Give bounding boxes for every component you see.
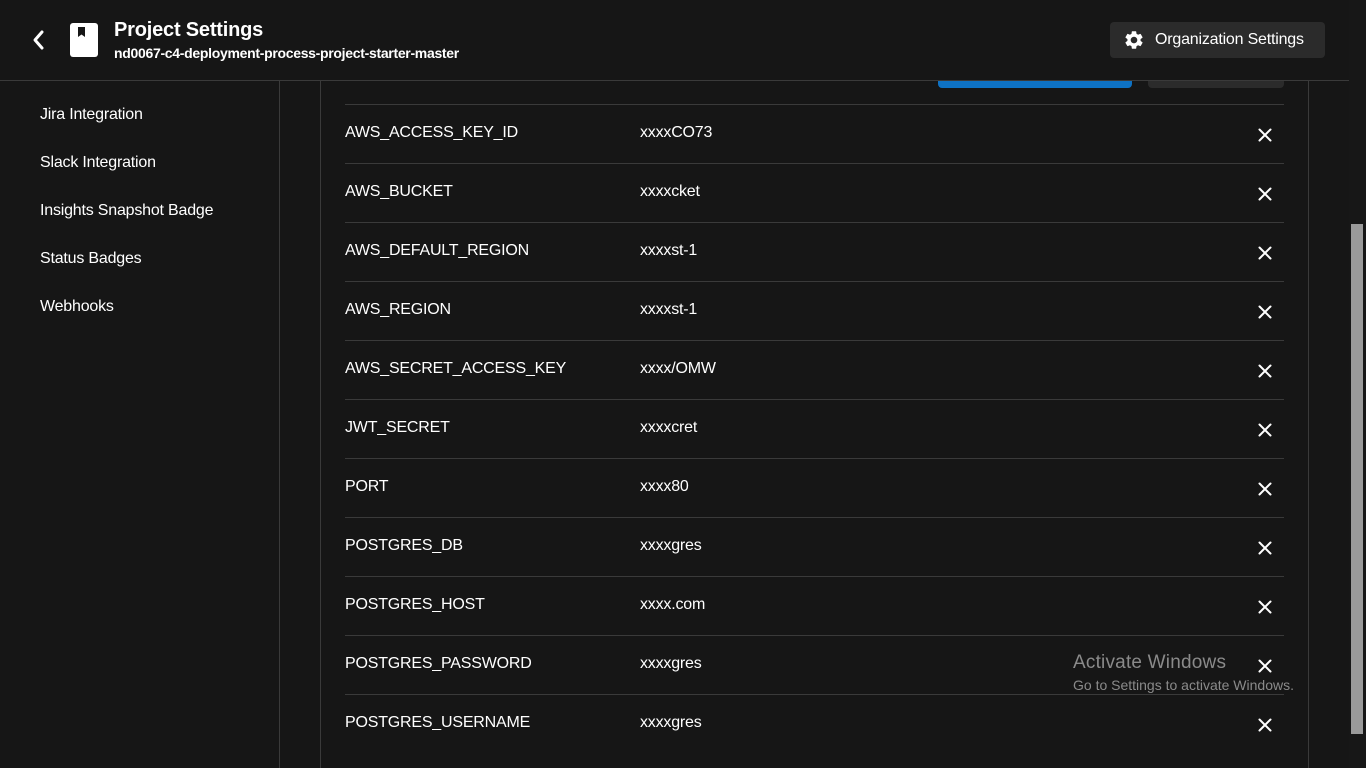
env-var-value: xxxxcret	[640, 419, 698, 436]
env-var-value: xxxxcket	[640, 183, 700, 200]
add-environment-variable-button[interactable]	[938, 81, 1132, 88]
sidebar-item-webhooks[interactable]: Webhooks	[40, 298, 114, 316]
delete-env-var-button[interactable]	[1255, 597, 1275, 617]
env-var-name: AWS_SECRET_ACCESS_KEY	[345, 360, 567, 377]
app-header: Project Settings nd0067-c4-deployment-pr…	[0, 0, 1349, 81]
back-button[interactable]	[24, 26, 52, 54]
project-name: nd0067-c4-deployment-process-project-sta…	[114, 45, 459, 61]
env-var-name: POSTGRES_PASSWORD	[345, 655, 532, 672]
close-icon	[1258, 305, 1272, 319]
env-var-name: AWS_REGION	[345, 301, 451, 318]
env-var-value: xxxxst-1	[640, 242, 698, 259]
env-var-name: AWS_DEFAULT_REGION	[345, 242, 529, 259]
delete-env-var-button[interactable]	[1255, 479, 1275, 499]
scrollbar-thumb[interactable]	[1351, 224, 1363, 734]
env-var-row: AWS_SECRET_ACCESS_KEY xxxx/OMW	[345, 340, 1284, 399]
env-var-value: xxxxgres	[640, 714, 702, 731]
env-var-value: xxxxgres	[640, 655, 702, 672]
close-icon	[1258, 246, 1272, 260]
env-var-name: POSTGRES_USERNAME	[345, 714, 531, 731]
env-var-value: xxxxCO73	[640, 124, 713, 141]
delete-env-var-button[interactable]	[1255, 538, 1275, 558]
env-var-row: AWS_ACCESS_KEY_ID xxxxCO73	[345, 104, 1284, 163]
sidebar-item-slack-integration[interactable]: Slack Integration	[40, 154, 156, 172]
settings-sidebar: Jira Integration Slack Integration Insig…	[0, 81, 280, 768]
env-var-value: xxxx.com	[640, 596, 706, 613]
sidebar-item-status-badges[interactable]: Status Badges	[40, 250, 142, 268]
close-icon	[1258, 187, 1272, 201]
env-var-row: POSTGRES_DB xxxxgres	[345, 517, 1284, 576]
chevron-left-icon	[33, 30, 44, 50]
env-var-value: xxxx/OMW	[640, 360, 716, 377]
delete-env-var-button[interactable]	[1255, 715, 1275, 735]
env-var-row: PORT xxxx80	[345, 458, 1284, 517]
organization-settings-button[interactable]: Organization Settings	[1110, 22, 1325, 58]
sidebar-item-insights-snapshot-badge[interactable]: Insights Snapshot Badge	[40, 202, 214, 220]
delete-env-var-button[interactable]	[1255, 420, 1275, 440]
page-title: Project Settings	[114, 19, 264, 41]
env-var-name: JWT_SECRET	[345, 419, 450, 436]
env-var-name: PORT	[345, 478, 389, 495]
close-icon	[1258, 423, 1272, 437]
close-icon	[1258, 600, 1272, 614]
env-var-row: AWS_BUCKET xxxxcket	[345, 163, 1284, 222]
bookmark-book-icon	[70, 23, 98, 57]
delete-env-var-button[interactable]	[1255, 656, 1275, 676]
sidebar-item-jira-integration[interactable]: Jira Integration	[40, 106, 143, 124]
close-icon	[1258, 482, 1272, 496]
env-var-name: AWS_BUCKET	[345, 183, 453, 200]
env-var-value: xxxxgres	[640, 537, 702, 554]
close-icon	[1258, 659, 1272, 673]
env-var-name: POSTGRES_HOST	[345, 596, 485, 613]
delete-env-var-button[interactable]	[1255, 361, 1275, 381]
env-var-row: POSTGRES_USERNAME xxxxgres	[345, 694, 1284, 753]
delete-env-var-button[interactable]	[1255, 125, 1275, 145]
import-variables-button[interactable]	[1148, 81, 1284, 88]
close-icon	[1258, 718, 1272, 732]
env-var-row: AWS_REGION xxxxst-1	[345, 281, 1284, 340]
delete-env-var-button[interactable]	[1255, 243, 1275, 263]
close-icon	[1258, 541, 1272, 555]
env-var-row: POSTGRES_HOST xxxx.com	[345, 576, 1284, 635]
env-var-value: xxxxst-1	[640, 301, 698, 318]
env-var-row: JWT_SECRET xxxxcret	[345, 399, 1284, 458]
env-var-row: POSTGRES_PASSWORD xxxxgres	[345, 635, 1284, 694]
close-icon	[1258, 364, 1272, 378]
env-var-name: POSTGRES_DB	[345, 537, 463, 554]
delete-env-var-button[interactable]	[1255, 184, 1275, 204]
env-var-name: AWS_ACCESS_KEY_ID	[345, 124, 518, 141]
env-var-row: AWS_DEFAULT_REGION xxxxst-1	[345, 222, 1284, 281]
delete-env-var-button[interactable]	[1255, 302, 1275, 322]
close-icon	[1258, 128, 1272, 142]
organization-settings-label: Organization Settings	[1155, 31, 1304, 48]
gear-icon	[1125, 31, 1143, 49]
env-var-value: xxxx80	[640, 478, 689, 495]
